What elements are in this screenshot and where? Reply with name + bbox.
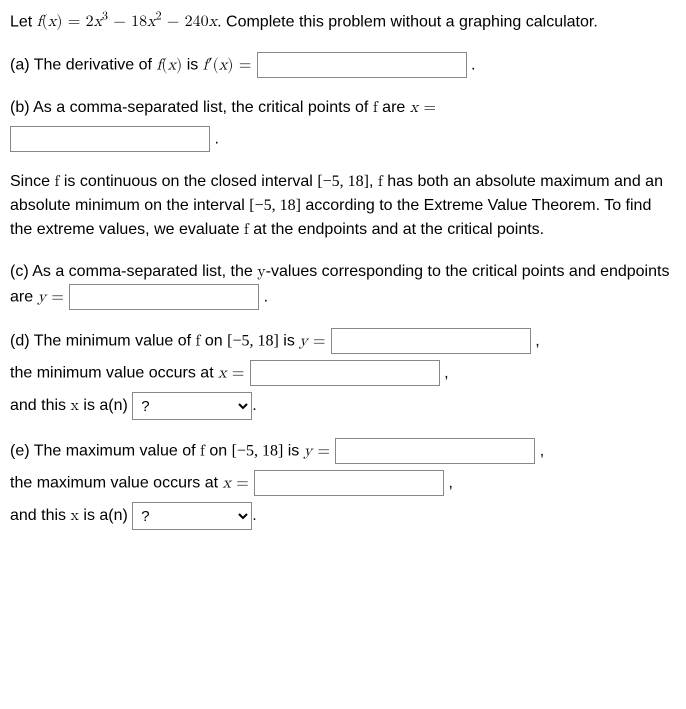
a-fx: f(x): [156, 58, 182, 74]
d-comma2: ,: [444, 365, 448, 382]
e-t6: is a(n): [79, 508, 128, 525]
intro-function: f(x) = 2x3 − 18x2 − 240x: [37, 14, 217, 30]
c-yvalues-input[interactable]: [69, 284, 259, 310]
ex-int2: [−5, 18]: [249, 197, 301, 214]
ex-1b: is continuous on the closed interval: [59, 173, 317, 190]
a-fpx: f′(x) =: [203, 58, 257, 74]
b-critical-points-input[interactable]: [10, 126, 210, 152]
ex-1a: Since: [10, 173, 54, 190]
d-int: [−5, 18]: [227, 333, 279, 350]
e-period: .: [252, 508, 256, 525]
a-prefix: (a) The derivative of: [10, 57, 156, 74]
part-e: (e) The maximum value of f on [−5, 18] i…: [10, 438, 676, 530]
e-yeq: y =: [304, 444, 336, 460]
ex-int1: [−5, 18]: [317, 173, 369, 190]
d-xeq: x =: [218, 366, 250, 382]
e-max-x-input[interactable]: [254, 470, 444, 496]
d-xvar: x: [70, 399, 78, 415]
a-mid: is: [182, 57, 202, 74]
b-period: .: [214, 131, 218, 148]
c-yvar: y: [257, 264, 265, 280]
b-xeq: x =: [410, 100, 436, 116]
ex-1f: at the endpoints and at the critical poi…: [249, 221, 544, 238]
ex-1c: ,: [369, 173, 378, 190]
part-b: (b) As a comma-separated list, the criti…: [10, 96, 676, 152]
c-text1: (c) As a comma-separated list, the: [10, 263, 257, 280]
d-comma1: ,: [535, 333, 539, 350]
explanation-paragraph: Since f is continuous on the closed inte…: [10, 170, 676, 242]
d-yeq: y =: [299, 334, 331, 350]
intro-suffix: . Complete this problem without a graphi…: [217, 13, 598, 30]
d-min-y-input[interactable]: [331, 328, 531, 354]
problem-intro: Let f(x) = 2x3 − 18x2 − 240x. Complete t…: [10, 8, 676, 34]
e-t4: the maximum value occurs at: [10, 475, 223, 492]
d-period: .: [252, 398, 256, 415]
e-type-select[interactable]: ?: [132, 502, 252, 530]
a-derivative-input[interactable]: [257, 52, 467, 78]
e-t3: is: [283, 443, 303, 460]
d-t3: is: [279, 333, 299, 350]
e-xvar: x: [70, 509, 78, 525]
e-max-y-input[interactable]: [335, 438, 535, 464]
e-t1: (e) The maximum value of: [10, 443, 200, 460]
e-comma2: ,: [449, 475, 453, 492]
a-period: .: [471, 57, 475, 74]
d-t1: (d) The minimum value of: [10, 333, 196, 350]
d-t4: the minimum value occurs at: [10, 365, 218, 382]
e-int: [−5, 18]: [232, 443, 284, 460]
d-type-select[interactable]: ?: [132, 392, 252, 420]
c-yeq: y =: [38, 290, 70, 306]
d-min-x-input[interactable]: [250, 360, 440, 386]
b-text: (b) As a comma-separated list, the criti…: [10, 99, 373, 116]
e-t5: and this: [10, 508, 70, 525]
part-d: (d) The minimum value of f on [−5, 18] i…: [10, 328, 676, 420]
c-period: .: [264, 289, 268, 306]
e-xeq: x =: [223, 476, 255, 492]
part-c: (c) As a comma-separated list, the y-val…: [10, 260, 676, 310]
d-t5: and this: [10, 398, 70, 415]
intro-prefix: Let: [10, 13, 37, 30]
e-comma1: ,: [540, 443, 544, 460]
d-t2: on: [200, 333, 227, 350]
d-t6: is a(n): [79, 398, 128, 415]
e-t2: on: [205, 443, 232, 460]
part-a: (a) The derivative of f(x) is f′(x) = .: [10, 52, 676, 78]
b-text2: are: [378, 99, 410, 116]
